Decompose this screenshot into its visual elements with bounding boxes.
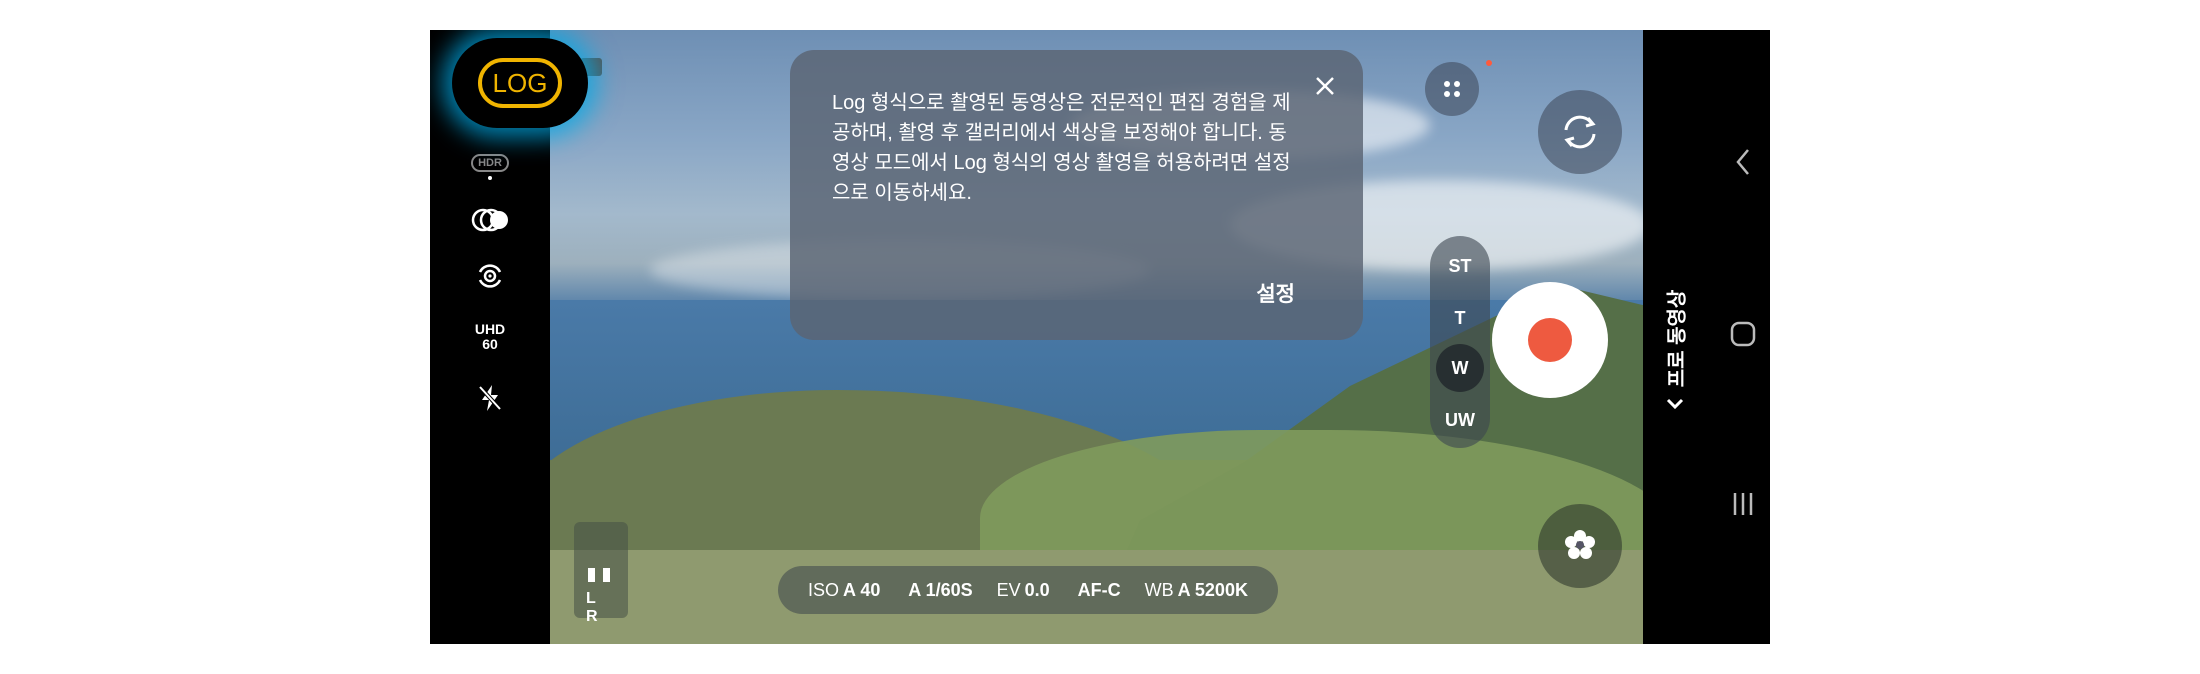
audio-levels[interactable]: L R [574,522,628,625]
camera-screen: HDR UHD 60 Log 형식으로 촬영된 동영상은 전문적인 편집 경험을… [430,30,1770,644]
indicator-dot [430,176,550,180]
back-icon[interactable] [1723,142,1763,182]
iso-setting[interactable]: ISO A 40 [808,580,880,601]
lens-selector: ST T W UW [1430,236,1490,448]
pro-settings-bar: ISO A 40 A 1/60S EV 0.0 AF-C WB A 5200K [778,566,1278,614]
focus-setting[interactable]: AF-C [1074,580,1121,601]
shutter-setting[interactable]: A 1/60S [904,580,972,601]
settings-button[interactable]: 설정 [1256,278,1295,308]
filter-icon[interactable] [430,204,550,236]
home-icon[interactable] [1723,314,1763,354]
dialog-message: Log 형식으로 촬영된 동영상은 전문적인 편집 경험을 제공하며, 촬영 후… [832,92,1291,204]
log-info-dialog: Log 형식으로 촬영된 동영상은 전문적인 편집 경험을 제공하며, 촬영 후… [790,50,1363,340]
ev-setting[interactable]: EV 0.0 [997,580,1050,601]
camera-viewfinder[interactable]: Log 형식으로 촬영된 동영상은 전문적인 편집 경험을 제공하며, 촬영 후… [550,30,1643,644]
lens-uw[interactable]: UW [1430,396,1490,444]
wb-setting[interactable]: WB A 5200K [1145,580,1248,601]
record-button[interactable] [1492,282,1608,398]
log-icon: LOG [478,58,562,108]
close-icon[interactable] [1307,68,1343,104]
recents-icon[interactable] [1723,484,1763,524]
notification-dot [1486,60,1492,66]
lens-t[interactable]: T [1430,294,1490,342]
right-bar: 프로 동영상 [1643,30,1770,644]
flash-off-icon[interactable] [430,380,550,416]
switch-camera-icon[interactable] [1538,90,1622,174]
record-icon [1528,318,1572,362]
more-dots-icon[interactable] [1425,62,1479,116]
lens-w[interactable]: W [1430,344,1490,392]
chevron-down-icon[interactable] [1661,398,1689,418]
mode-selector[interactable]: 프로 동영상 [1655,258,1695,418]
resolution-button[interactable]: UHD 60 [430,322,550,352]
effects-flower-icon[interactable] [1538,504,1622,588]
stabilization-icon[interactable] [430,258,550,294]
hdr-icon[interactable]: HDR [430,154,550,172]
log-button[interactable]: LOG [452,38,588,128]
lens-st[interactable]: ST [1430,242,1490,290]
